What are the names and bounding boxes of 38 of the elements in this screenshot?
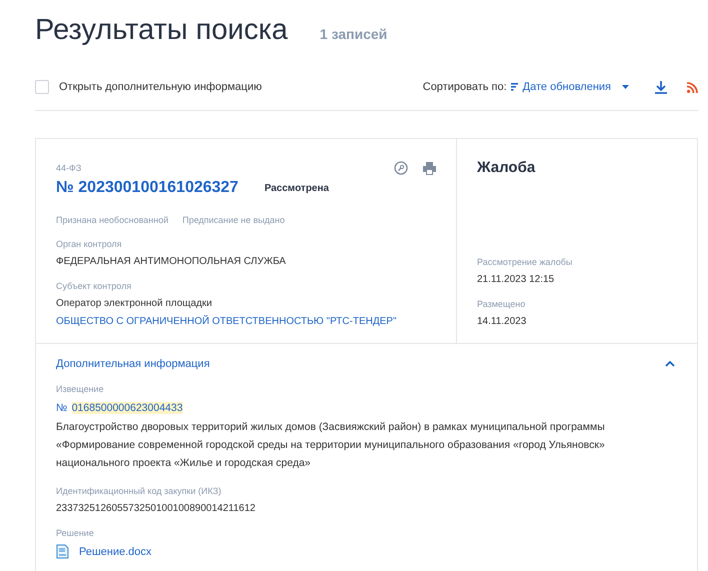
date-label: Рассмотрение жалобы <box>477 257 574 267</box>
checkbox-label: Открыть дополнительную информацию <box>59 81 262 93</box>
field-label: Извещение <box>56 384 105 394</box>
sort-dropdown[interactable]: Дате обновления <box>506 81 629 93</box>
result-tag: Предписание не выдано <box>182 215 285 225</box>
field-value: ФЕДЕРАЛЬНАЯ АНТИМОНОПОЛЬНАЯ СЛУЖБА <box>56 256 287 267</box>
date-value: 21.11.2023 12:15 <box>477 274 556 285</box>
record-type: Жалоба <box>477 159 536 176</box>
notice-description: Благоустройство дворовых территорий жилых домов (Засвияжский район) в рамках муниципальной программы «Формирование современной городской среды на территории муниципального образования «город Ульяновск» национального проекта «Жилье и городская среда» <box>56 420 606 471</box>
field-label: Решение <box>56 528 95 538</box>
field-value: 233732512605573250100100890014211612 <box>56 503 256 514</box>
field-label: Субъект контроля <box>56 281 132 291</box>
chevron-icon <box>665 361 675 367</box>
status-label: Рассмотрена <box>264 182 329 194</box>
law-label: 44-ФЗ <box>56 163 82 173</box>
field-label: Орган контроля <box>56 239 123 249</box>
sort-icon <box>510 83 518 91</box>
field-value: Оператор электронной площадки <box>56 298 213 309</box>
date-value: 14.11.2023 <box>477 316 528 327</box>
complaint-number[interactable]: № 202300100161026327 <box>56 179 238 197</box>
download-icon[interactable] <box>655 80 667 94</box>
print-icon[interactable] <box>423 162 436 174</box>
key-icon[interactable] <box>394 161 408 175</box>
notice-number[interactable]: 0168500000623004433 <box>72 402 183 414</box>
number-sign: № <box>56 402 68 414</box>
additional-info-toggle[interactable]: Дополнительная информация <box>56 358 675 370</box>
caret-icon <box>622 85 629 89</box>
decision-file-link[interactable]: Решение.docx <box>79 546 152 558</box>
sort-label: Сортировать по: <box>422 81 507 93</box>
result-tag: Признана необоснованной <box>56 215 168 225</box>
rss-icon[interactable] <box>687 82 698 92</box>
field-label: Идентификационный код закупки (ИКЗ) <box>56 486 222 496</box>
result-count: 1 записей <box>320 26 388 42</box>
document-icon <box>56 544 69 559</box>
organization-link[interactable]: ОБЩЕСТВО С ОГРАНИЧЕННОЙ ОТВЕТСТВЕННОСТЬЮ "РТС-ТЕНДЕР" <box>56 316 436 327</box>
page-title: Результаты поиска <box>35 14 288 47</box>
date-label: Размещено <box>477 299 526 309</box>
checkbox[interactable] <box>35 80 49 94</box>
